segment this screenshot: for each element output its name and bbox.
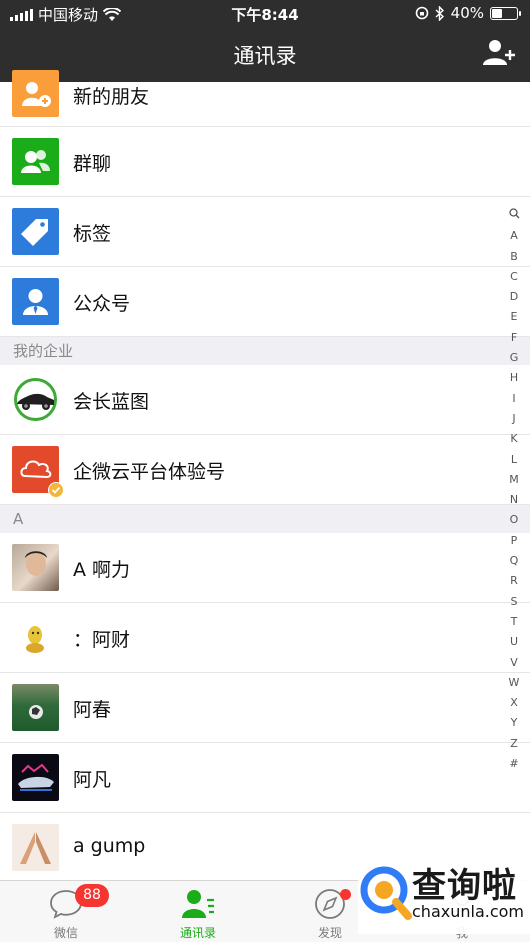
verified-badge-icon (48, 482, 64, 498)
index-letter[interactable]: F (506, 328, 522, 348)
list-item-label: a gump (73, 835, 146, 857)
battery-icon (490, 6, 521, 20)
index-letter[interactable]: O (506, 510, 522, 530)
index-letter[interactable]: W (506, 673, 522, 693)
battery-percent: 40% (450, 4, 484, 22)
list-item-enterprise[interactable]: 会长蓝图 (0, 365, 530, 435)
list-item-label: 阿春 (73, 699, 112, 721)
list-item-label: 群聊 (73, 153, 112, 175)
index-letter[interactable]: G (506, 348, 522, 368)
nav-bar: 通讯录 (0, 26, 530, 82)
index-letter[interactable]: S (506, 592, 522, 612)
index-letter[interactable]: C (506, 267, 522, 287)
car-avatar (12, 376, 59, 423)
index-letter[interactable]: B (506, 247, 522, 267)
index-letter[interactable]: # (506, 754, 522, 774)
list-item-official-accounts[interactable]: 公众号 (0, 267, 530, 337)
index-letter[interactable]: K (506, 429, 522, 449)
list-item-label: 公众号 (73, 293, 131, 315)
tab-label: 通讯录 (179, 926, 216, 940)
index-letter[interactable]: D (506, 287, 522, 307)
section-header-a: A (0, 505, 530, 533)
list-item-contact[interactable]: A 啊力 (0, 533, 530, 603)
list-item-contact[interactable]: ：阿财 (0, 603, 530, 673)
list-item-new-friends[interactable]: 新的朋友 (0, 70, 530, 127)
avatar (12, 684, 59, 731)
avatar (12, 544, 59, 591)
index-letter[interactable]: Z (506, 734, 522, 754)
list-item-label: A 啊力 (73, 559, 131, 581)
orientation-lock-icon (415, 6, 428, 20)
notification-dot (340, 889, 351, 900)
tab-chats[interactable]: 88 微信 (0, 881, 132, 942)
list-item-label: 会长蓝图 (73, 391, 150, 413)
index-letter[interactable]: U (506, 632, 522, 652)
page-title: 通讯录 (233, 44, 297, 68)
list-item-group-chats[interactable]: 群聊 (0, 127, 530, 197)
list-item-label: 标签 (73, 223, 112, 245)
avatar (12, 614, 59, 661)
index-letter[interactable]: N (506, 490, 522, 510)
watermark-url: chaxunla.com (412, 902, 524, 921)
index-letter[interactable]: P (506, 531, 522, 551)
list-item-contact[interactable]: 阿春 (0, 673, 530, 743)
index-letter[interactable]: J (506, 409, 522, 429)
add-contact-icon[interactable] (482, 38, 516, 68)
index-letter[interactable]: M (506, 470, 522, 490)
index-letter[interactable]: E (506, 307, 522, 327)
list-item-label: 阿凡 (73, 769, 112, 791)
index-letter[interactable]: Y (506, 713, 522, 733)
index-letter[interactable]: R (506, 571, 522, 591)
list-item-label: 企微云平台体验号 (73, 461, 226, 483)
list-item-enterprise[interactable]: 企微云平台体验号 (0, 435, 530, 505)
group-chat-icon (12, 138, 59, 185)
index-search-icon[interactable] (506, 206, 522, 226)
index-letter[interactable]: X (506, 693, 522, 713)
index-letter[interactable]: Q (506, 551, 522, 571)
watermark-brand: 查询啦 (412, 866, 517, 906)
new-friend-icon (12, 70, 59, 117)
tab-label: 微信 (53, 926, 78, 940)
index-letter[interactable]: H (506, 368, 522, 388)
tag-icon (12, 208, 59, 255)
index-letter[interactable]: I (506, 389, 522, 409)
list-item-tags[interactable]: 标签 (0, 197, 530, 267)
avatar (12, 824, 59, 871)
list-item-contact[interactable]: 阿凡 (0, 743, 530, 813)
list-item-label: ：阿财 (73, 629, 131, 651)
bluetooth-icon (435, 5, 444, 21)
unread-badge: 88 (75, 884, 109, 907)
list-item-label: 新的朋友 (73, 86, 150, 108)
index-letter[interactable]: L (506, 450, 522, 470)
official-account-icon (12, 278, 59, 325)
index-letter[interactable]: V (506, 653, 522, 673)
cloud-avatar (12, 446, 64, 498)
tab-contacts[interactable]: 通讯录 (132, 881, 264, 942)
section-header-enterprise: 我的企业 (0, 337, 530, 365)
index-letter[interactable]: A (506, 226, 522, 246)
avatar (12, 754, 59, 801)
watermark-logo-icon (360, 866, 412, 920)
contact-list: 新的朋友 群聊 标签 公众号 我的企业 会长蓝图 企微云平台体验号 A A 啊力… (0, 70, 530, 883)
contacts-icon (182, 890, 214, 918)
index-letter[interactable]: T (506, 612, 522, 632)
watermark: 查询啦 chaxunla.com (358, 856, 530, 934)
alphabet-index[interactable]: A B C D E F G H I J K L M N O P Q R S T … (506, 206, 522, 774)
status-bar: 中国移动 下午8:44 40% (0, 0, 530, 26)
